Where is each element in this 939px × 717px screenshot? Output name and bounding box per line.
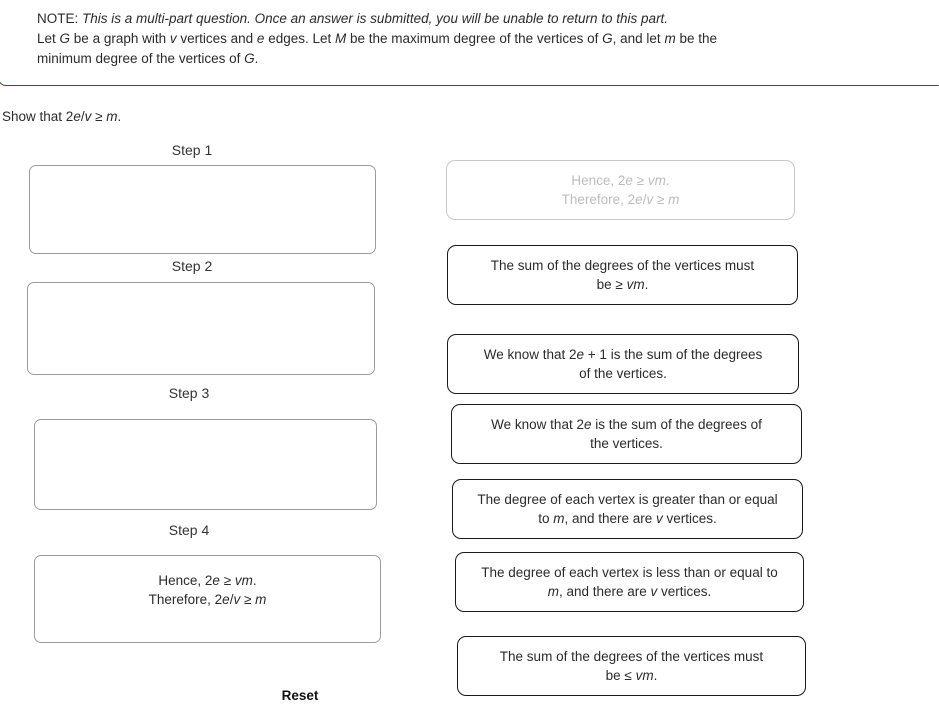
step4-line-2: Therefore, 2e/v ≥ m xyxy=(148,592,267,607)
option7-line-1: The sum of the degrees of the vertices m… xyxy=(499,649,764,664)
option-text-4: We know that 2e is the sum of the degree… xyxy=(475,415,778,453)
option1-line-1: Hence, 2e ≥ vm. xyxy=(571,173,670,188)
note-var-g: G xyxy=(59,31,71,46)
note-seg: be a graph with xyxy=(70,31,170,46)
option1-line-2: Therefore, 2e/v ≥ m xyxy=(561,192,680,207)
note-var-m-upper: M xyxy=(335,31,347,46)
option-tile-1: Hence, 2e ≥ vm. Therefore, 2e/v ≥ m xyxy=(446,160,795,220)
option-text-5: The degree of each vertex is greater tha… xyxy=(461,490,793,528)
option-tile-3[interactable]: We know that 2e + 1 is the sum of the de… xyxy=(447,334,799,394)
question-prompt: Show that 2e/v ≥ m. xyxy=(2,108,121,126)
note-var-m-lower: m xyxy=(664,31,676,46)
option-text-6: The degree of each vertex is less than o… xyxy=(465,563,793,601)
note-banner: NOTE: This is a multi-part question. Onc… xyxy=(0,0,939,86)
option-text-2: The sum of the degrees of the vertices m… xyxy=(475,256,770,294)
note-warning-text: This is a multi-part question. Once an a… xyxy=(82,11,669,26)
note-var-g2: G xyxy=(602,31,613,46)
option4-line-2: the vertices. xyxy=(590,436,663,451)
prompt-relation: ≥ xyxy=(91,109,107,124)
option-tile-7[interactable]: The sum of the degrees of the vertices m… xyxy=(457,636,806,696)
note-var-g3: G xyxy=(244,51,255,66)
option3-line-2: of the vertices. xyxy=(579,366,667,381)
step-dropzone-1[interactable] xyxy=(29,165,376,254)
prompt-lead: Show that xyxy=(2,109,66,124)
note-seg: vertices and xyxy=(176,31,257,46)
option-tile-2[interactable]: The sum of the degrees of the vertices m… xyxy=(447,245,798,305)
note-seg: . xyxy=(254,51,259,66)
note-text: NOTE: This is a multi-part question. Onc… xyxy=(37,9,907,69)
step-dropzone-3[interactable] xyxy=(34,419,377,510)
note-line-2: Let G be a graph with v vertices and e e… xyxy=(37,29,907,49)
note-seg: be the maximum degree of the vertices of xyxy=(346,31,603,46)
option7-line-2: be ≤ vm. xyxy=(605,668,658,683)
prompt-var-m: m xyxy=(106,109,118,124)
reset-button[interactable]: Reset xyxy=(248,688,352,703)
prompt-period: . xyxy=(117,109,122,124)
note-seg: edges. Let xyxy=(264,31,335,46)
option2-line-2: be ≥ vm. xyxy=(596,277,649,292)
note-line-3: minimum degree of the vertices of G. xyxy=(37,49,907,69)
prompt-var-e: e xyxy=(73,109,81,124)
option2-line-1: The sum of the degrees of the vertices m… xyxy=(490,258,755,273)
note-seg: , and let xyxy=(612,31,665,46)
option-text-7: The sum of the degrees of the vertices m… xyxy=(484,647,779,685)
note-var-v: v xyxy=(169,31,177,46)
option6-line-1: The degree of each vertex is less than o… xyxy=(481,565,778,580)
step-label-2: Step 2 xyxy=(171,258,213,274)
step-label-4: Step 4 xyxy=(168,522,210,538)
option-text-1: Hence, 2e ≥ vm. Therefore, 2e/v ≥ m xyxy=(546,171,696,209)
option-text-3: We know that 2e + 1 is the sum of the de… xyxy=(468,345,779,383)
step-label-1: Step 1 xyxy=(171,142,213,158)
note-line-1: NOTE: This is a multi-part question. Onc… xyxy=(37,9,907,29)
step-label-3: Step 3 xyxy=(168,385,210,401)
step-dropzone-2[interactable] xyxy=(27,282,375,375)
note-seg: Let xyxy=(37,31,60,46)
note-seg: be the xyxy=(675,31,717,46)
note-prefix: NOTE: xyxy=(37,11,79,26)
option5-line-1: The degree of each vertex is greater tha… xyxy=(477,492,778,507)
note-seg: minimum degree of the vertices of xyxy=(37,51,245,66)
step-dropzone-4[interactable]: Hence, 2e ≥ vm. Therefore, 2e/v ≥ m xyxy=(34,555,381,643)
step-content-4: Hence, 2e ≥ vm. Therefore, 2e/v ≥ m xyxy=(135,571,281,609)
option6-line-2: m, and there are v vertices. xyxy=(547,584,712,599)
option5-line-2: to m, and there are v vertices. xyxy=(538,511,717,526)
step4-line-1: Hence, 2e ≥ vm. xyxy=(158,573,257,588)
option-tile-5[interactable]: The degree of each vertex is greater tha… xyxy=(452,479,803,539)
option-tile-6[interactable]: The degree of each vertex is less than o… xyxy=(455,552,804,612)
option3-line-1: We know that 2e + 1 is the sum of the de… xyxy=(483,347,763,362)
option-tile-4[interactable]: We know that 2e is the sum of the degree… xyxy=(451,404,802,464)
option4-line-1: We know that 2e is the sum of the degree… xyxy=(491,417,762,432)
